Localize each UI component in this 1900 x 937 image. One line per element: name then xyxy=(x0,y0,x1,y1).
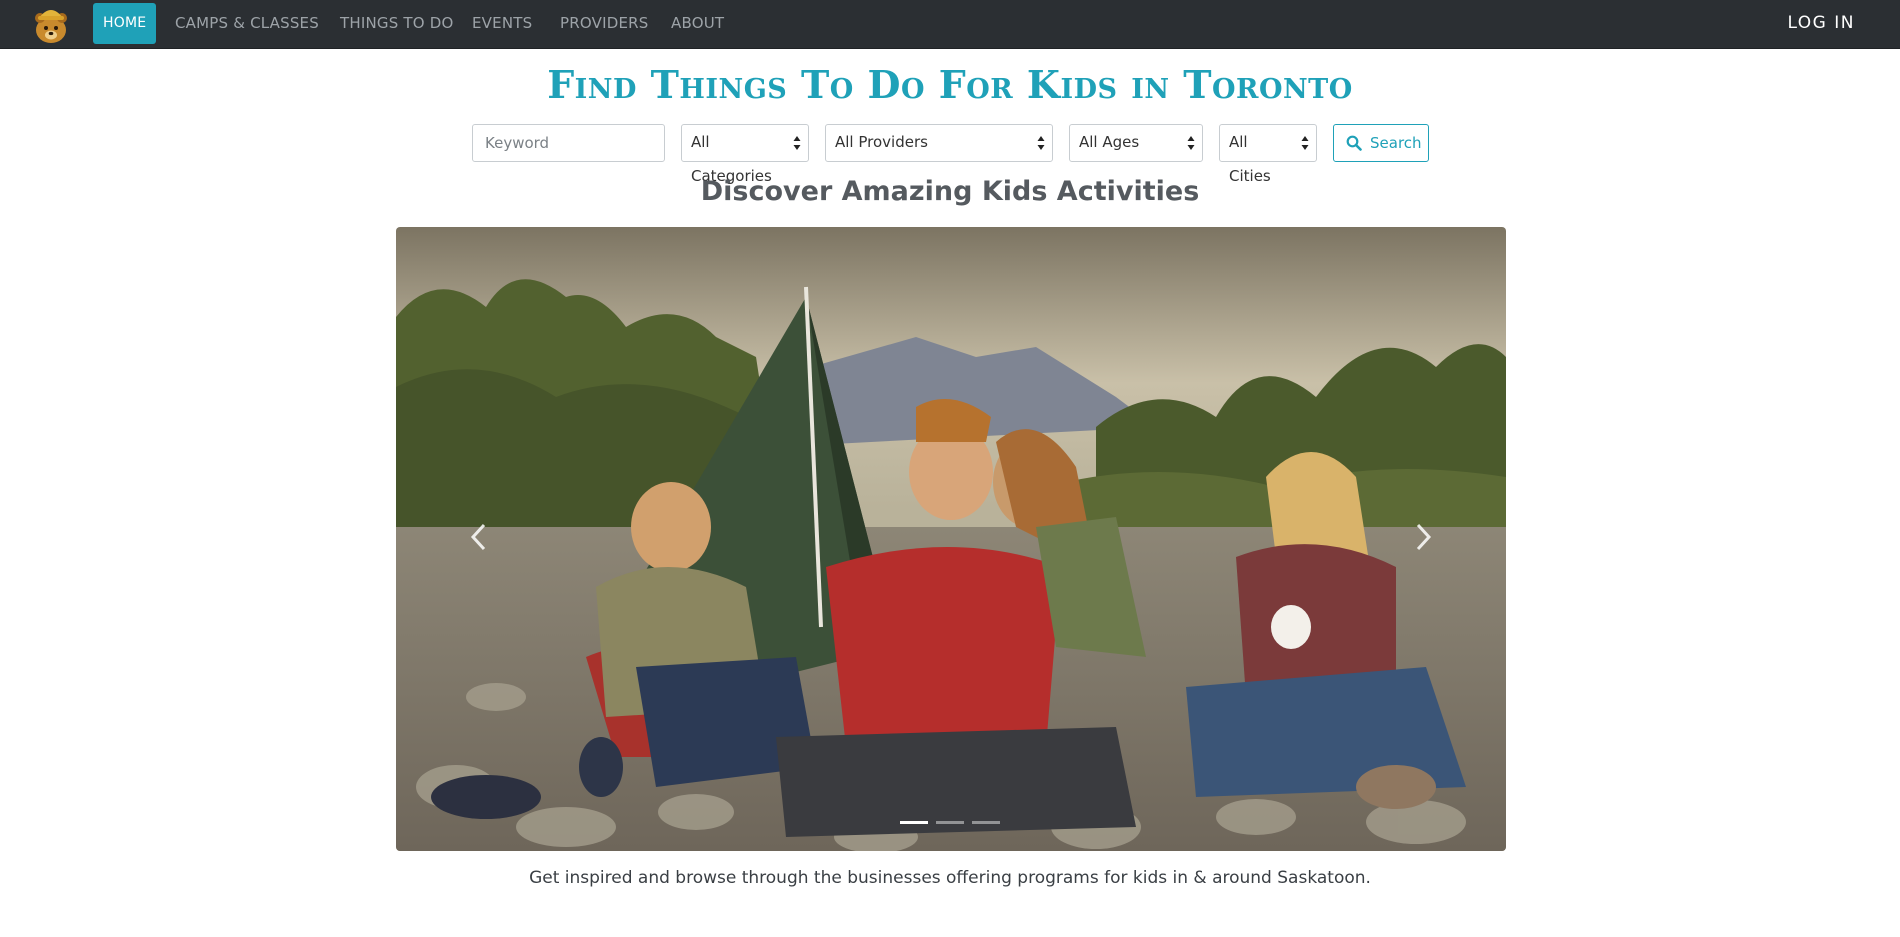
page-title: Find Things To Do For Kids in Toronto xyxy=(547,62,1353,107)
chevron-left-icon[interactable] xyxy=(464,517,494,557)
carousel-indicator-2[interactable] xyxy=(936,821,964,824)
nav-providers[interactable]: PROVIDERS xyxy=(560,3,648,44)
carousel-indicator-1[interactable] xyxy=(900,821,928,824)
age-select-value: All Ages xyxy=(1079,133,1140,151)
chevron-right-icon[interactable] xyxy=(1408,517,1438,557)
carousel-indicators xyxy=(900,821,1000,827)
age-select[interactable]: All Ages xyxy=(1069,124,1203,162)
select-arrows-icon xyxy=(1187,136,1195,150)
nav-about[interactable]: ABOUT xyxy=(671,3,724,44)
city-select[interactable]: All Cities xyxy=(1219,124,1317,185)
nav-home[interactable]: HOME xyxy=(93,3,157,44)
select-arrows-icon xyxy=(1037,136,1045,150)
carousel-indicator-3[interactable] xyxy=(972,821,1000,824)
search-button[interactable]: Search xyxy=(1333,124,1429,162)
select-arrows-icon xyxy=(793,136,801,150)
search-button-label: Search xyxy=(1370,134,1422,152)
carousel-slide-photo xyxy=(396,227,1506,851)
image-carousel[interactable] xyxy=(396,227,1506,851)
provider-select[interactable]: All Providers xyxy=(825,124,1053,162)
section-subtitle: Discover Amazing Kids Activities xyxy=(700,176,1200,207)
keyword-input[interactable]: Keyword xyxy=(472,124,665,162)
bear-mascot-icon[interactable] xyxy=(33,4,69,44)
nav-events[interactable]: EVENTS xyxy=(472,3,532,44)
nav-camps-classes[interactable]: CAMPS & CLASSES xyxy=(175,3,319,44)
top-navbar: HOME CAMPS & CLASSES THINGS TO DO EVENTS… xyxy=(0,0,1900,49)
select-arrows-icon xyxy=(1301,136,1309,150)
search-icon xyxy=(1346,135,1362,151)
provider-select-value: All Providers xyxy=(835,133,928,151)
intro-caption: Get inspired and browse through the busi… xyxy=(529,868,1371,888)
nav-things-to-do[interactable]: THINGS TO DO xyxy=(340,3,454,44)
login-link[interactable]: LOG IN xyxy=(1787,3,1855,44)
category-select[interactable]: All Categories xyxy=(681,124,809,185)
